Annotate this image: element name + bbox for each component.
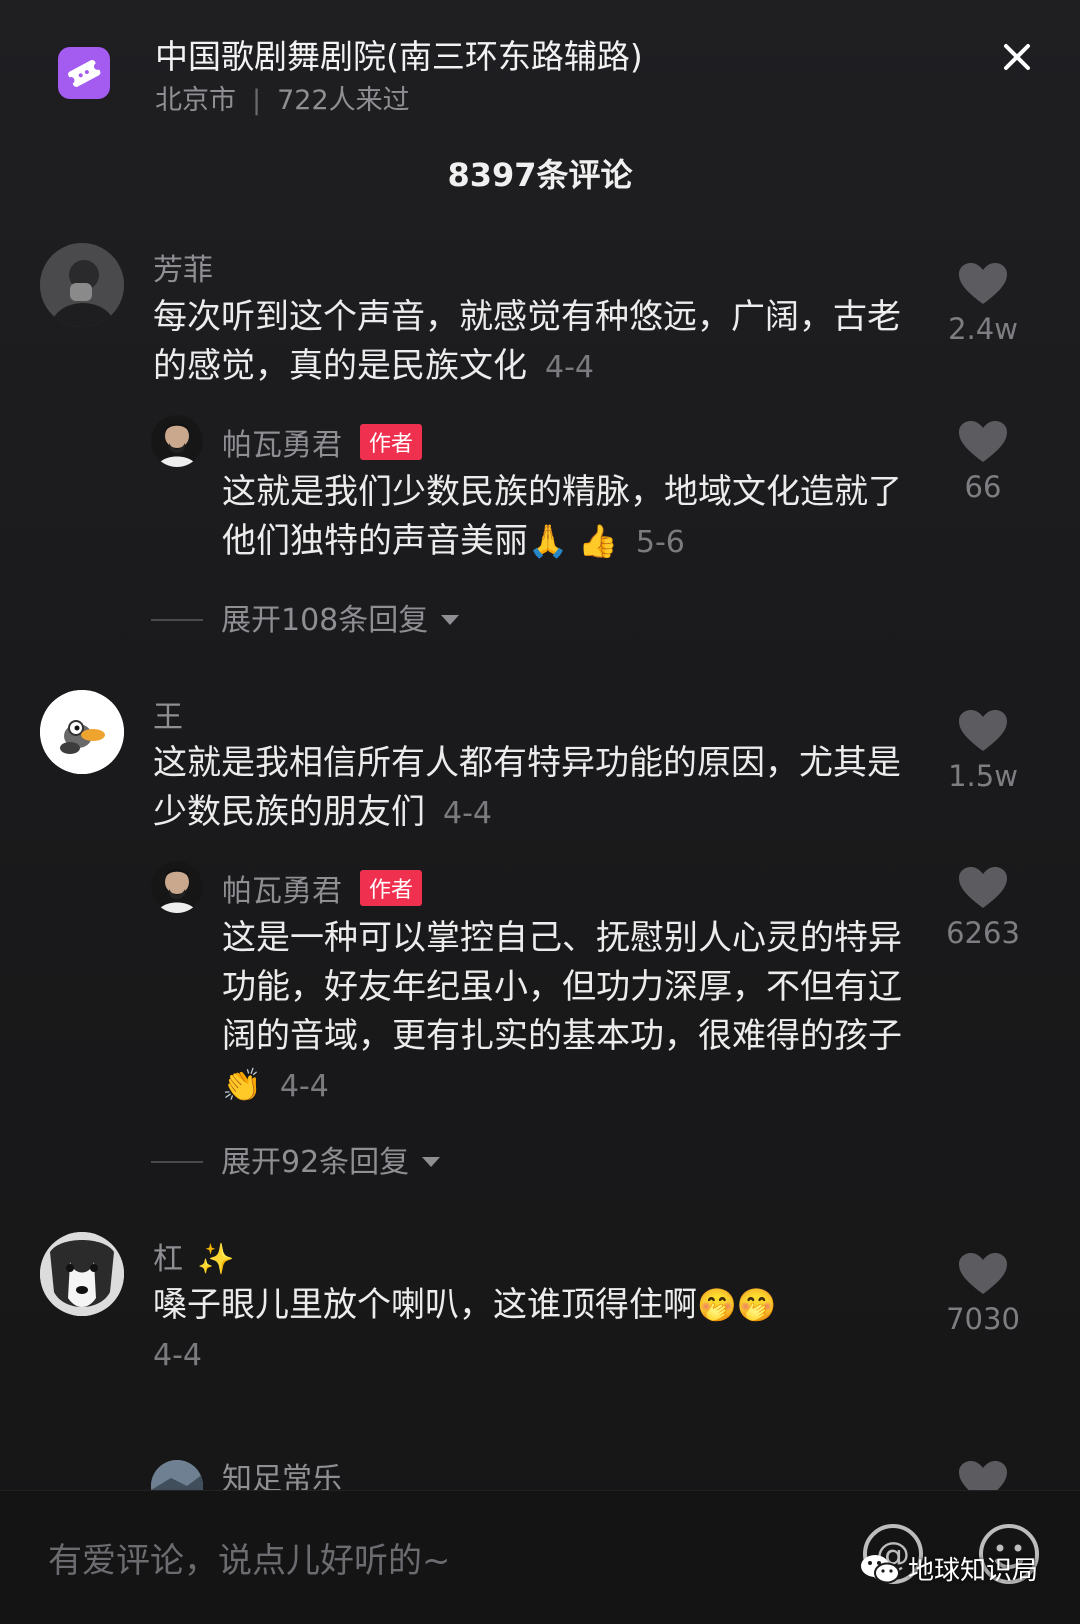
ticket-icon: [58, 47, 110, 99]
reply-date: 4-4: [279, 1069, 329, 1104]
watermark: 地球知识局: [860, 1550, 1038, 1587]
comment-emoji: 🤭🤭: [697, 1286, 777, 1324]
avatar[interactable]: [40, 243, 124, 327]
reply-username-text[interactable]: 帕瓦勇君: [222, 428, 342, 463]
comment-body: 每次听到这个声音，就感觉有种悠远，广阔，古老的感觉，真的是民族文化: [153, 297, 901, 386]
like-button[interactable]: 7030: [933, 1252, 1033, 1336]
like-button[interactable]: 2.4w: [933, 262, 1033, 346]
like-button[interactable]: 66: [933, 420, 1033, 504]
heart-icon: [959, 710, 1007, 751]
meta-separator: |: [252, 85, 262, 116]
like-count: 7030: [946, 1302, 1020, 1336]
like-button[interactable]: 6263: [933, 866, 1033, 950]
comment-body: 嗓子眼儿里放个喇叭，这谁顶得住啊: [153, 1285, 697, 1325]
reply-date: 5-6: [635, 525, 685, 560]
divider: [151, 619, 203, 621]
like-count: 2.4w: [948, 312, 1018, 346]
like-count: 1.5w: [948, 759, 1018, 793]
avatar[interactable]: [151, 1460, 203, 1490]
like-count: 66: [964, 470, 1002, 504]
location-bar[interactable]: 中国歌剧舞剧院(南三环东路辅路) 北京市 | 722人来过: [0, 0, 1080, 130]
comment-username[interactable]: 王: [153, 692, 183, 736]
like-button[interactable]: [933, 1460, 1033, 1490]
comment-username[interactable]: 知足常乐: [222, 1454, 342, 1490]
sparkles-emoji: ✨: [197, 1242, 235, 1277]
visitor-count: 722人来过: [277, 85, 410, 116]
comment-text: 嗓子眼儿里放个喇叭，这谁顶得住啊🤭🤭 4-4: [153, 1281, 923, 1380]
partial-comment: 知足常乐: [0, 1400, 1080, 1490]
watermark-text: 地球知识局: [908, 1556, 1039, 1586]
author-badge: 作者: [360, 424, 423, 460]
reply-username-text[interactable]: 帕瓦勇君: [222, 874, 342, 909]
reply-username: 帕瓦勇君 作者: [222, 420, 423, 464]
comment-date: 4-4: [443, 796, 492, 831]
avatar[interactable]: [151, 861, 203, 913]
avatar[interactable]: [40, 1232, 124, 1316]
heart-icon: [959, 867, 1007, 908]
avatar[interactable]: [151, 415, 203, 467]
comment-date: 4-4: [153, 1338, 202, 1373]
comment-username[interactable]: 芳菲: [153, 245, 213, 289]
expand-replies-button[interactable]: 展开108条回复: [151, 595, 460, 639]
avatar[interactable]: [40, 690, 124, 774]
reply-text: 这是一种可以掌控自己、抚慰别人心灵的特异功能，好友年纪虽小，但功力深厚，不但有辽…: [222, 914, 912, 1111]
location-meta: 北京市 | 722人来过: [155, 78, 410, 117]
chevron-down-icon: [441, 615, 460, 625]
comment-body: 这就是我相信所有人都有特异功能的原因，尤其是少数民族的朋友们: [153, 743, 901, 832]
comment-username-text[interactable]: 杠: [153, 1242, 183, 1277]
reply-emoji: 👏: [222, 1066, 262, 1104]
like-button[interactable]: 1.5w: [933, 709, 1033, 793]
reply-username: 帕瓦勇君 作者: [222, 866, 423, 910]
chevron-down-icon: [422, 1157, 441, 1167]
comment-text: 每次听到这个声音，就感觉有种悠远，广阔，古老的感觉，真的是民族文化 4-4: [153, 293, 913, 392]
comment-input[interactable]: 有爱评论，说点儿好听的~: [48, 1533, 451, 1582]
reply-emoji: 🙏 👍: [528, 522, 618, 560]
close-button[interactable]: [992, 32, 1042, 82]
author-badge: 作者: [360, 870, 423, 906]
expand-replies-label: 展开92条回复: [221, 1145, 410, 1180]
divider: [151, 1161, 203, 1163]
comments-panel: 中国歌剧舞剧院(南三环东路辅路) 北京市 | 722人来过 8397条评论 芳菲 每…: [0, 0, 1080, 1624]
heart-icon: [959, 1461, 1007, 1490]
heart-icon: [959, 1253, 1007, 1294]
location-city: 北京市: [155, 85, 236, 116]
reply-text: 这就是我们少数民族的精脉，地域文化造就了他们独特的声音美丽🙏 👍 5-6: [222, 468, 912, 567]
heart-icon: [959, 263, 1007, 304]
heart-icon: [959, 421, 1007, 462]
close-icon: [1004, 44, 1030, 70]
like-count: 6263: [946, 916, 1020, 950]
expand-replies-button[interactable]: 展开92条回复: [151, 1137, 441, 1181]
location-name: 中国歌剧舞剧院(南三环东路辅路): [155, 37, 643, 76]
comment-date: 4-4: [545, 350, 594, 385]
expand-replies-label: 展开108条回复: [221, 603, 429, 638]
reply-body: 这是一种可以掌控自己、抚慰别人心灵的特异功能，好友年纪虽小，但功力深厚，不但有辽…: [222, 918, 902, 1056]
comment-count: 8397条评论: [447, 156, 633, 194]
comment-username: 杠 ✨: [153, 1234, 234, 1278]
comment-text: 这就是我相信所有人都有特异功能的原因，尤其是少数民族的朋友们 4-4: [153, 739, 923, 838]
wechat-icon: [861, 1555, 900, 1584]
